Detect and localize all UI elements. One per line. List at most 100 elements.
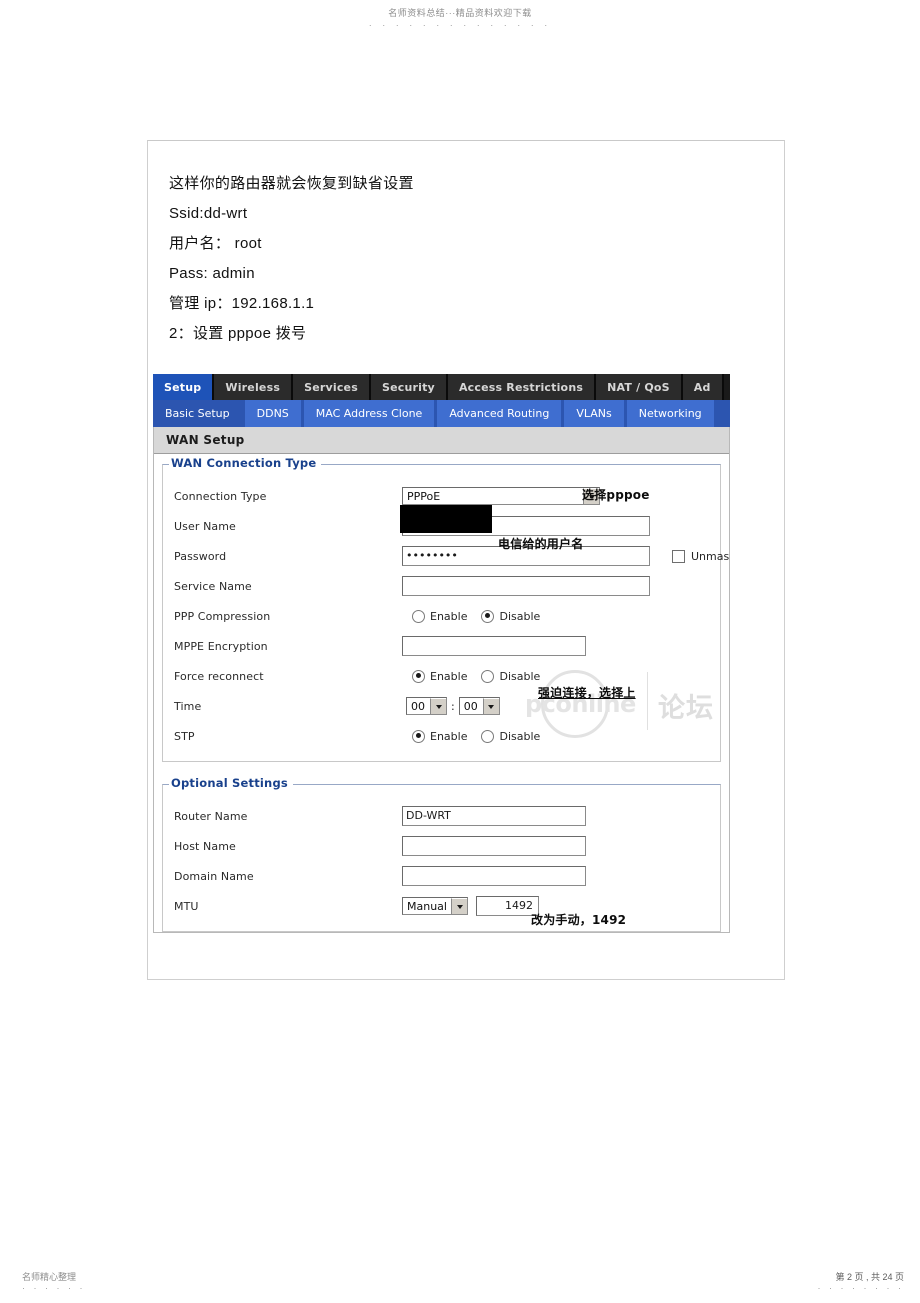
footer-right-dots: · · · · · · · · (817, 1283, 904, 1293)
sub-tab-bar: Basic Setup DDNS MAC Address Clone Advan… (153, 400, 730, 427)
force-reconnect-enable[interactable]: Enable (412, 669, 468, 683)
radio-icon[interactable] (481, 669, 495, 683)
subtab-advanced-routing[interactable]: Advanced Routing (437, 400, 565, 427)
radio-icon[interactable] (412, 729, 425, 743)
footer-right: 第 2 页 , 共 24 页 · · · · · · · · (818, 1272, 904, 1294)
doc-line-1: 这样你的路由器就会恢复到缺省设置 (169, 175, 414, 192)
radio-icon[interactable] (412, 669, 425, 683)
label-mtu: MTU (174, 899, 199, 913)
subtab-ddns[interactable]: DDNS (244, 400, 304, 427)
doc-line-5: 管理 ip：192.168.1.1 (169, 295, 315, 312)
stp-disable[interactable]: Disable (481, 729, 541, 743)
subtab-vlans[interactable]: VLANs (564, 400, 627, 427)
time-hours-value: 00 (411, 699, 425, 713)
page-header-dots: · · · · · · · · · · · · · · (368, 20, 552, 30)
tab-services[interactable]: Services (293, 374, 371, 400)
host-name-input[interactable] (402, 836, 586, 856)
unmask-label: Unmask (691, 549, 730, 563)
mtu-value-input[interactable]: 1492 (476, 896, 539, 916)
row-password: Password •••••••• Unmask (169, 541, 730, 571)
page-header-watermark: 名师资料总结···精品资料欢迎下载 · · · · · · · · · · · … (0, 8, 920, 31)
annotation-mtu-manual: 改为手动，1492 (531, 913, 627, 927)
ppp-compression-enable[interactable]: Enable (412, 609, 468, 623)
tab-access-restrictions[interactable]: Access Restrictions (447, 374, 597, 400)
tab-security[interactable]: Security (370, 374, 448, 400)
page-number: 第 2 页 , 共 24 页 (835, 1272, 904, 1282)
annotation-select-pppoe-cn: 选择 (582, 488, 607, 502)
main-tab-bar: Setup Wireless Services Security Access … (153, 374, 730, 400)
row-ppp-compression: PPP Compression Enable Disable (169, 601, 714, 631)
annotation-force-connect: 强迫连接，选择上 (538, 686, 636, 700)
label-password: Password (174, 549, 227, 563)
radio-icon[interactable] (412, 609, 425, 623)
domain-name-input[interactable] (402, 866, 586, 886)
tab-administration[interactable]: Ad (682, 374, 724, 400)
row-mppe-encryption: MPPE Encryption (169, 631, 714, 661)
page-header-text: 名师资料总结···精品资料欢迎下载 (388, 8, 532, 18)
row-stp: STP Enable Disable (169, 721, 714, 751)
connection-type-select[interactable]: PPPoE (402, 487, 600, 505)
tab-nat-qos[interactable]: NAT / QoS (596, 374, 683, 400)
doc-line-3: 用户名： root (169, 235, 262, 252)
label-time: Time (174, 699, 202, 713)
mtu-mode-value: Manual (407, 899, 447, 913)
footer-left-dots: · · · · · · (22, 1283, 86, 1293)
connection-type-value: PPPoE (407, 489, 441, 503)
optional-settings-legend: Optional Settings (169, 776, 293, 790)
force-reconnect-radio-group: Enable Disable (412, 669, 554, 683)
annotation-select-pppoe-latin: pppoe (606, 488, 650, 502)
subtab-networking[interactable]: Networking (626, 400, 717, 427)
label-mppe-encryption: MPPE Encryption (174, 639, 268, 653)
service-name-input[interactable] (402, 576, 650, 596)
force-reconnect-disable[interactable]: Disable (481, 669, 541, 683)
stp-enable[interactable]: Enable (412, 729, 468, 743)
label-service-name: Service Name (174, 579, 252, 593)
force-reconnect-enable-label: Enable (430, 669, 468, 683)
chevron-down-icon[interactable] (482, 698, 499, 714)
page-title: WAN Setup (154, 427, 729, 454)
stp-enable-label: Enable (430, 729, 468, 743)
mtu-mode-select[interactable]: Manual (402, 897, 468, 915)
document-text-block: 这样你的路由器就会恢复到缺省设置 Ssid:dd-wrt 用户名： root P… (169, 169, 729, 349)
label-user-name: User Name (174, 519, 236, 533)
router-name-input[interactable]: DD-WRT (402, 806, 586, 826)
time-minutes-select[interactable]: 00 (458, 697, 500, 715)
doc-line-2: Ssid:dd-wrt (169, 205, 248, 222)
annotation-select-pppoe: 选择pppoe (582, 486, 650, 503)
optional-settings-fieldset: Optional Settings Router Name DD-WRT Hos… (162, 776, 721, 932)
wan-connection-type-fieldset: WAN Connection Type Connection Type PPPo… (162, 456, 730, 762)
mppe-encryption-input[interactable] (402, 636, 586, 656)
label-connection-type: Connection Type (174, 489, 267, 503)
force-reconnect-disable-label: Disable (499, 669, 541, 683)
label-stp: STP (174, 729, 195, 743)
stp-radio-group: Enable Disable (412, 729, 554, 743)
row-user-name: User Name (169, 505, 714, 541)
label-force-reconnect: Force reconnect (174, 669, 264, 683)
label-router-name: Router Name (174, 809, 248, 823)
subtab-mac-address-clone[interactable]: MAC Address Clone (303, 400, 438, 427)
chevron-down-icon[interactable] (451, 898, 467, 914)
label-domain-name: Domain Name (174, 869, 254, 883)
stp-disable-label: Disable (499, 729, 541, 743)
row-router-name: Router Name DD-WRT (169, 801, 714, 831)
subtab-basic-setup[interactable]: Basic Setup (153, 400, 245, 427)
label-host-name: Host Name (174, 839, 236, 853)
router-admin-screenshot: Setup Wireless Services Security Access … (153, 374, 730, 947)
redaction-bar (400, 505, 492, 533)
ppp-compression-disable[interactable]: Disable (481, 609, 541, 623)
ppp-compression-radio-group: Enable Disable (412, 609, 554, 623)
chevron-down-icon[interactable] (430, 698, 446, 714)
unmask-checkbox-item[interactable]: Unmask (672, 549, 730, 563)
wan-connection-type-legend: WAN Connection Type (169, 456, 322, 470)
radio-icon[interactable] (481, 609, 495, 623)
row-mtu: MTU Manual 1492 (169, 891, 714, 921)
tab-setup[interactable]: Setup (153, 374, 215, 400)
ppp-compression-enable-label: Enable (430, 609, 468, 623)
label-ppp-compression: PPP Compression (174, 609, 271, 623)
radio-icon[interactable] (481, 729, 495, 743)
unmask-checkbox[interactable] (672, 549, 685, 563)
time-separator: : (451, 699, 455, 713)
tab-wireless[interactable]: Wireless (214, 374, 294, 400)
time-hours-select[interactable]: 00 (406, 697, 447, 715)
ppp-compression-disable-label: Disable (499, 609, 541, 623)
